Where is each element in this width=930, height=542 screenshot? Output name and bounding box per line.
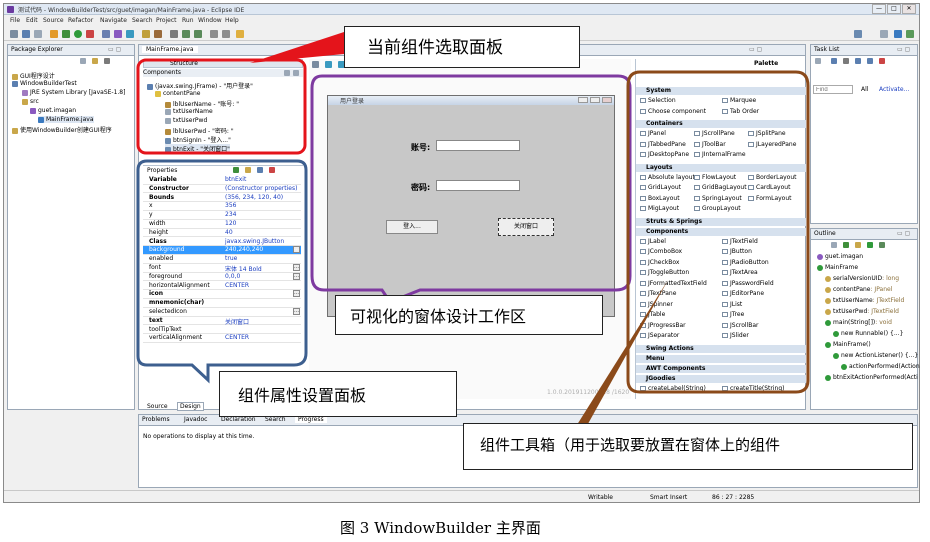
properties-highlight-box: [136, 159, 308, 384]
callout-toolbox: 组件工具箱（用于选取要放置在窗体上的组件: [463, 423, 913, 470]
callout-design-area: 可视化的窗体设计工作区: [335, 295, 603, 335]
callout-components-panel: 当前组件选取面板: [344, 26, 580, 68]
components-highlight-box: [136, 58, 307, 155]
components-callout-arrow: [250, 32, 344, 63]
screenshot-figure: 测试代码 - WindowBuilderTest/src/guet/imagan…: [0, 0, 930, 542]
figure-caption: 图 3 WindowBuilder 主界面: [340, 519, 541, 537]
design-area-highlight-box: [310, 74, 632, 304]
toolbox-highlight-box: [626, 70, 810, 394]
callout-properties-panel: 组件属性设置面板: [219, 371, 457, 417]
